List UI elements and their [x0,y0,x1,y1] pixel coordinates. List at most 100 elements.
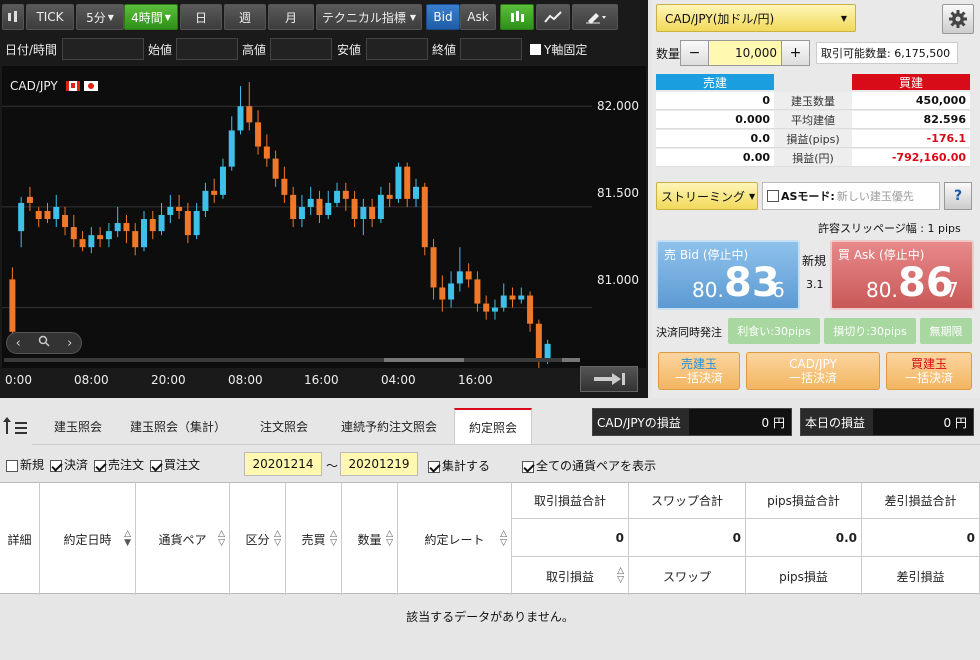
col-exec-datetime[interactable]: 約定日時 △ ▼ [40,483,136,595]
candle [421,182,428,256]
decrement-button[interactable]: − [681,41,709,65]
col-label: 約定レート [424,532,485,547]
open-label: 始値 [148,42,173,57]
sell-close-label: 売建玉 [680,357,717,371]
draw-tool-icon[interactable] [572,4,618,30]
ask-toggle[interactable]: Ask [460,4,496,30]
row-label: 建玉数量 [774,92,852,110]
scroll-right-icon[interactable]: › [67,336,72,351]
sum-value: 0 [512,519,629,557]
ask-price-button[interactable]: 買 Ask (停止中) 80. 86 7 [830,240,974,310]
scrollbar-thumb[interactable] [384,358,464,362]
sub-header[interactable]: 取引損益 △ ▽ [512,557,629,595]
sum-value: 0 [629,519,746,557]
settings-button[interactable] [942,4,974,34]
collapse-toggle[interactable] [2,414,32,438]
scroll-left-icon[interactable]: ‹ [16,336,21,351]
interval-5min-select[interactable]: 5分 ▼ [76,4,124,30]
sort-icon[interactable]: △ ▼ [124,530,131,548]
streaming-select[interactable]: ストリーミング ▼ [656,182,758,210]
sub-header: 差引損益 [862,557,980,595]
candle [202,182,209,217]
candle [219,158,226,199]
candle [377,186,384,224]
date-from-input[interactable]: 20201214 [244,452,322,476]
quantity-stepper[interactable]: − 10,000 + [680,40,810,66]
stop-loss-button[interactable]: 損切り:30pips [824,318,916,344]
col-exec-rate[interactable]: 約定レート △ ▽ [398,483,512,595]
y-tick: 81.000 [597,273,639,287]
month-button[interactable]: 月 [268,4,314,30]
tab-continuous-orders[interactable]: 連続予約注文照会 [330,408,448,444]
filter-buy-checkbox[interactable]: 買注文 [150,456,200,473]
filter-new-checkbox[interactable]: 新規 [6,456,44,473]
week-button[interactable]: 週 [224,4,266,30]
sort-icon[interactable]: △ ▽ [617,567,624,585]
sort-icon[interactable]: △ ▽ [218,530,225,548]
take-profit-button[interactable]: 利食い:30pips [728,318,820,344]
tab-positions-summary[interactable]: 建玉照会（集計） [122,408,234,444]
candle [491,299,498,320]
day-button[interactable]: 日 [180,4,222,30]
unlimited-button[interactable]: 無期限 [920,318,972,344]
as-mode-checkbox[interactable] [767,190,779,202]
buy-position-header: 買建 [852,74,970,90]
buy-close-all-button[interactable]: 買建玉 一括決済 [886,352,972,390]
bid-price-button[interactable]: 売 Bid (停止中) 80. 83 6 [656,240,800,310]
line-chart-icon[interactable] [536,4,570,30]
pair-close-all-button[interactable]: CAD/JPY 一括決済 [746,352,880,390]
filter-new-label: 新規 [20,458,45,472]
tab-executions[interactable]: 約定照会 [454,408,532,444]
candle [211,178,218,203]
candle [123,214,130,244]
as-mode-setting[interactable]: ASモード: 新しい建玉優先 [762,182,940,210]
candle [474,271,481,312]
y-axis-fix-checkbox[interactable]: Y軸固定 [530,38,587,60]
candle [483,295,490,320]
interval-4h-select[interactable]: 4時間 ▼ [124,4,178,30]
candle [114,206,121,238]
today-pl-value: 0 円 [943,415,967,430]
tab-positions[interactable]: 建玉照会 [40,408,116,444]
sort-icon[interactable]: △ ▽ [330,530,337,548]
sort-icon[interactable]: △ ▽ [500,530,507,548]
col-currency-pair[interactable]: 通貨ペア △ ▽ [136,483,230,595]
quantity-input[interactable]: 10,000 [709,41,781,65]
checkbox-box [6,459,18,472]
gear-icon [949,10,967,28]
row-label: 損益(円) [774,149,852,167]
increment-button[interactable]: + [781,41,809,65]
col-side[interactable]: 売買 △ ▽ [286,483,342,595]
chart-canvas[interactable] [2,66,646,368]
col-category[interactable]: 区分 △ ▽ [230,483,286,595]
currency-pair-select[interactable]: CAD/JPY(加ドル/円) ▼ [656,4,856,32]
tick-button[interactable]: TICK [26,4,74,30]
help-button[interactable]: ? [944,182,972,210]
col-quantity[interactable]: 数量 △ ▽ [342,483,398,595]
all-pairs-checkbox[interactable]: 全ての通貨ペアを表示 [522,457,656,474]
filter-settle-checkbox[interactable]: 決済 [50,456,88,473]
chart-scrollbar[interactable] [4,358,580,362]
x-tick: 20:00 [151,373,186,387]
sort-icon[interactable]: △ ▽ [386,530,393,548]
candle [456,247,463,292]
bid-toggle[interactable]: Bid [426,4,460,30]
filter-sell-checkbox[interactable]: 売注文 [94,456,144,473]
buy-value: 82.596 [852,111,970,129]
y-tick: 81.500 [597,186,639,200]
candle-type-icon[interactable] [2,4,24,30]
sell-close-all-button[interactable]: 売建玉 一括決済 [658,352,740,390]
date-to-input[interactable]: 20201219 [340,452,418,476]
candlestick-chart-icon[interactable] [500,4,534,30]
aggregate-checkbox[interactable]: 集計する [428,457,490,474]
jump-latest-button[interactable] [580,366,638,392]
close-all-label: 一括決済 [904,371,953,385]
technical-indicator-select[interactable]: テクニカル指標 ▼ [316,4,422,30]
zoom-icon[interactable] [38,335,50,351]
order-panel: CAD/JPY(加ドル/円) ▼ 数量 − 10,000 + 取引可能数量: 6,… [652,0,980,398]
candle [448,271,455,308]
candle [263,134,270,167]
candle [334,182,341,207]
sort-icon[interactable]: △ ▽ [274,530,281,548]
tab-orders[interactable]: 注文照会 [246,408,322,444]
